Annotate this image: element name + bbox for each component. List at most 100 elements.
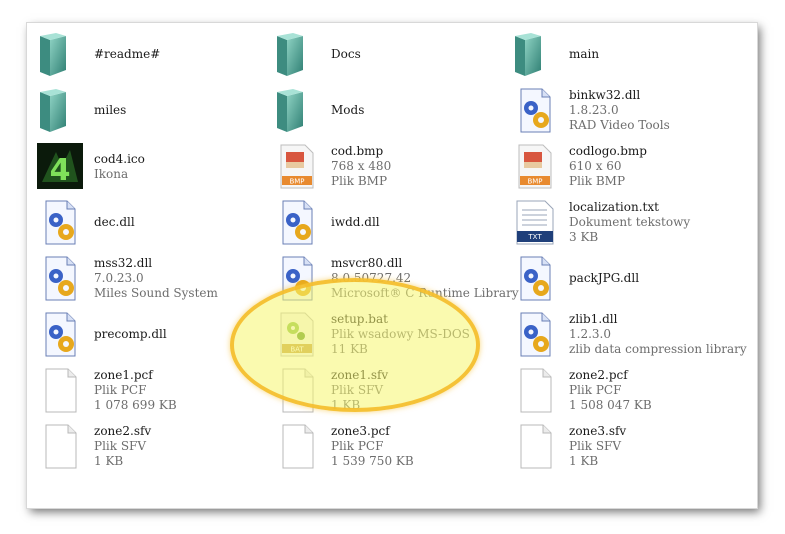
file-detail: zlib data compression library [569,342,747,356]
file-detail: Plik SFV [569,439,622,453]
folder-icon [273,86,321,134]
file-detail: Microsoft® C Runtime Library [331,286,519,300]
file-name: zone3.pcf [331,424,390,438]
dll-file-icon [273,254,321,302]
file-name: Docs [331,47,361,61]
dll-file-icon [36,254,84,302]
file-text: localization.txt Dokument tekstowy 3 KB [569,200,690,245]
file-name: binkw32.dll [569,88,641,102]
file-item[interactable]: zlib1.dll 1.2.3.0 zlib data compression li… [511,310,747,362]
file-name: mss32.dll [94,256,153,270]
file-detail: 1.8.23.0 [569,103,619,117]
file-item[interactable]: zone2.pcf Plik PCF 1 508 047 KB [511,366,747,418]
file-text: zone2.pcf Plik PCF 1 508 047 KB [569,368,652,413]
file-detail: Plik wsadowy MS-DOS [331,327,470,341]
file-name: cod.bmp [331,144,384,158]
file-item[interactable]: precomp.dll [36,310,272,362]
file-item[interactable]: zone1.sfv Plik SFV 1 KB [273,366,509,418]
file-detail: 1 KB [94,454,124,468]
file-detail: 1.2.3.0 [569,327,611,341]
bmp-image-icon: BMP [273,142,321,190]
file-detail: Plik PCF [331,439,384,453]
folder-item[interactable]: miles [36,86,272,138]
file-name: zone1.pcf [94,368,153,382]
file-text: codlogo.bmp 610 x 60 Plik BMP [569,144,647,189]
file-detail: 8.0.50727.42 [331,271,412,285]
file-detail: 3 KB [569,230,599,244]
svg-text:TXT: TXT [527,233,542,241]
file-name: zlib1.dll [569,312,618,326]
file-text: iwdd.dll [331,215,380,230]
file-detail: RAD Video Tools [569,118,670,132]
file-name: main [569,47,600,61]
dll-file-icon [36,198,84,246]
file-text: miles [94,103,126,118]
file-text: zone2.sfv Plik SFV 1 KB [94,424,151,469]
file-item[interactable]: BAT setup.bat Plik wsadowy MS-DOS 11 KB [273,310,509,362]
folder-icon [36,86,84,134]
file-item[interactable]: dec.dll [36,198,272,250]
file-detail: 11 KB [331,342,368,356]
file-detail: Miles Sound System [94,286,218,300]
file-text: zone1.pcf Plik PCF 1 078 699 KB [94,368,177,413]
file-name: zone1.sfv [331,368,389,382]
folder-item[interactable]: Docs [273,30,509,82]
file-detail: 1 KB [569,454,599,468]
file-detail: 1 508 047 KB [569,398,652,412]
file-item[interactable]: msvcr80.dll 8.0.50727.42 Microsoft® C Runt… [273,254,519,306]
file-detail: 1 KB [331,398,361,412]
svg-text:4: 4 [50,153,71,188]
svg-text:BAT: BAT [290,346,304,354]
blank-file-icon [511,366,559,414]
file-name: cod4.ico [94,152,145,166]
file-detail: 7.0.23.0 [94,271,144,285]
blank-file-icon [36,366,84,414]
folder-icon [511,30,559,78]
dll-file-icon [511,310,559,358]
cod4-game-icon: 4 [36,142,84,190]
folder-item[interactable]: #readme# [36,30,272,82]
file-name: Mods [331,103,365,117]
file-detail: Dokument tekstowy [569,215,691,229]
file-detail: Plik PCF [94,383,147,397]
file-text: cod4.ico Ikona [94,152,145,182]
file-item[interactable]: zone3.pcf Plik PCF 1 539 750 KB [273,422,509,474]
file-item[interactable]: binkw32.dll 1.8.23.0 RAD Video Tools [511,86,747,138]
file-name: zone3.sfv [569,424,627,438]
blank-file-icon [511,422,559,470]
file-list-panel: #readme# Docs main miles Mods binkw32.dll 1.8.… [27,23,757,508]
file-detail: 1 078 699 KB [94,398,177,412]
file-item[interactable]: zone3.sfv Plik SFV 1 KB [511,422,747,474]
file-item[interactable]: 4 cod4.ico Ikona [36,142,272,194]
file-detail: Plik SFV [331,383,384,397]
file-name: zone2.sfv [94,424,152,438]
file-item[interactable]: zone1.pcf Plik PCF 1 078 699 KB [36,366,272,418]
svg-text:BMP: BMP [289,178,304,186]
file-text: packJPG.dll [569,271,639,286]
file-text: binkw32.dll 1.8.23.0 RAD Video Tools [569,88,670,133]
file-item[interactable]: zone2.sfv Plik SFV 1 KB [36,422,272,474]
bmp-image-icon: BMP [511,142,559,190]
dll-file-icon [511,86,559,134]
file-text: zlib1.dll 1.2.3.0 zlib data compression li… [569,312,747,357]
file-detail: Plik PCF [569,383,622,397]
file-name: packJPG.dll [569,271,640,285]
file-item[interactable]: BMP cod.bmp 768 x 480 Plik BMP [273,142,509,194]
file-item[interactable]: BMP codlogo.bmp 610 x 60 Plik BMP [511,142,747,194]
file-detail: 768 x 480 [331,159,392,173]
folder-item[interactable]: Mods [273,86,509,138]
dll-file-icon [36,310,84,358]
file-detail: Plik SFV [94,439,147,453]
file-name: msvcr80.dll [331,256,403,270]
file-name: dec.dll [94,215,135,229]
file-item[interactable]: mss32.dll 7.0.23.0 Miles Sound System [36,254,272,306]
file-item[interactable]: TXT localization.txt Dokument tekstowy 3 KB [511,198,747,250]
file-item[interactable]: iwdd.dll [273,198,509,250]
file-name: setup.bat [331,312,388,326]
folder-item[interactable]: main [511,30,747,82]
file-text: Docs [331,47,361,62]
file-text: zone1.sfv Plik SFV 1 KB [331,368,388,413]
blank-file-icon [273,422,321,470]
file-text: mss32.dll 7.0.23.0 Miles Sound System [94,256,218,301]
file-item[interactable]: packJPG.dll [511,254,747,306]
